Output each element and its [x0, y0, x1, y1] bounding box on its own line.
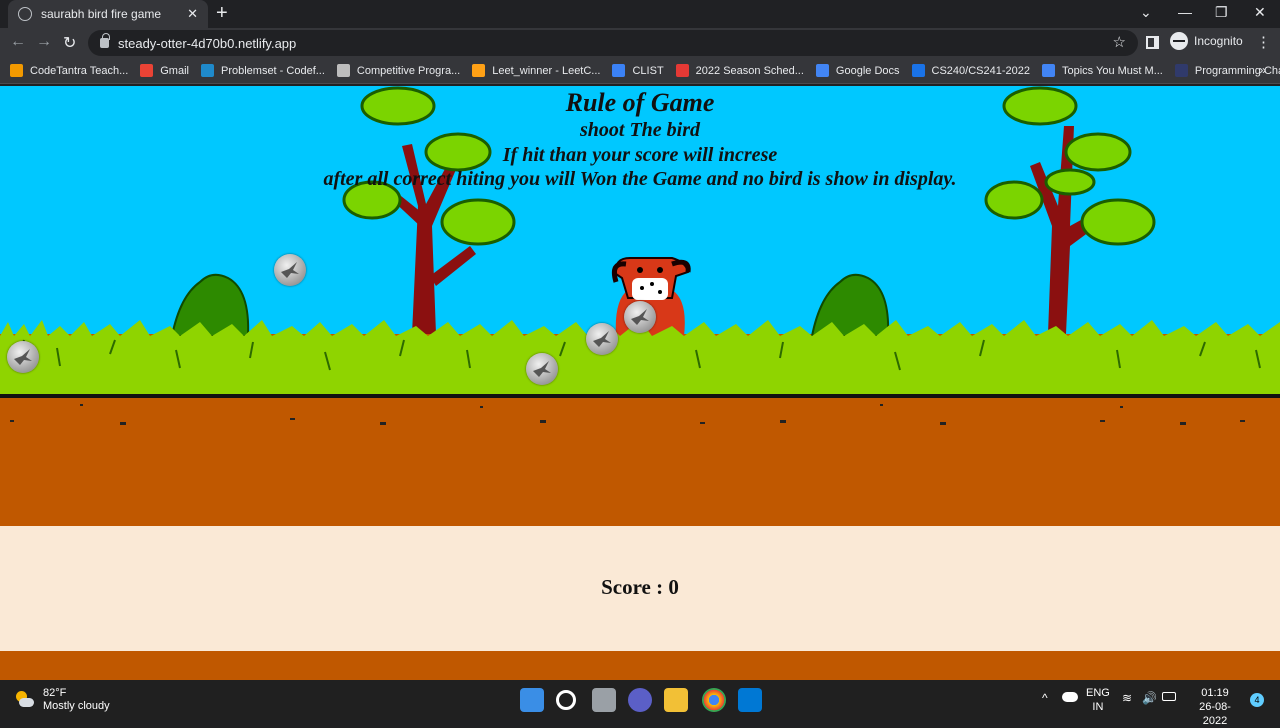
bookmark-label: CLIST — [632, 64, 664, 77]
bird-icon — [14, 349, 32, 365]
rule-line-3: after all correct hiting you will Won th… — [323, 168, 957, 190]
bookmark-item[interactable]: Problemset - Codef... — [200, 64, 325, 77]
bookmark-item[interactable]: CodeTantra Teach... — [10, 64, 128, 77]
language-code: ENG — [1086, 687, 1110, 699]
wifi-icon[interactable]: ≋ — [1122, 691, 1132, 705]
incognito-indicator[interactable]: Incognito — [1170, 32, 1243, 50]
bird-target[interactable] — [526, 353, 558, 385]
bookmark-label: Programming Chall... — [1194, 64, 1280, 77]
clock-date: 26-08-2022 — [1199, 701, 1231, 727]
volume-icon[interactable]: 🔊 — [1142, 691, 1157, 705]
clock-time: 01:19 — [1201, 687, 1229, 699]
bird-target[interactable] — [274, 254, 306, 286]
bookmark-label: Leet_winner - LeetC... — [492, 64, 601, 77]
tab-title: saurabh bird fire game — [41, 7, 162, 21]
taskbar: 82°F Mostly cloudy ^ ENG IN ≋ 🔊 01:19 26… — [0, 680, 1280, 727]
bookmark-label: 2022 Season Sched... — [695, 64, 804, 77]
score-display: Score : 0 — [601, 575, 679, 599]
browser-toolbar: ← → ↻ steady-otter-4d70b0.netlify.app ☆ … — [0, 28, 1280, 58]
side-panel-icon[interactable] — [1146, 36, 1159, 49]
start-icon[interactable] — [520, 688, 544, 712]
notification-badge[interactable]: 4 — [1250, 693, 1264, 707]
forward-icon[interactable]: → — [36, 33, 52, 51]
bookmark-item[interactable]: Topics You Must M... — [1041, 64, 1163, 77]
bookmark-favicon-icon — [472, 64, 486, 77]
bookmark-label: Competitive Progra... — [356, 64, 461, 77]
weather-temperature: 82°F — [43, 687, 67, 699]
clock[interactable]: 01:19 26-08-2022 — [1188, 686, 1242, 728]
lock-icon — [100, 33, 110, 48]
rule-line-1: shoot The bird — [579, 119, 701, 141]
bookmark-favicon-icon — [815, 64, 829, 77]
bird-icon — [281, 262, 299, 278]
new-tab-button[interactable]: + — [216, 3, 228, 23]
reload-icon[interactable]: ↻ — [63, 33, 76, 53]
vscode-icon[interactable] — [738, 688, 762, 712]
game-rules: Rule of Game shoot The bird If hit than … — [0, 88, 1280, 191]
restore-icon[interactable]: ❐ — [1215, 4, 1228, 21]
language-indicator[interactable]: ENG IN — [1086, 686, 1110, 714]
address-bar[interactable]: steady-otter-4d70b0.netlify.app ☆ — [88, 30, 1138, 56]
bookmark-item[interactable]: Leet_winner - LeetC... — [472, 64, 600, 77]
bird-icon — [631, 309, 649, 325]
chat-icon[interactable] — [628, 688, 652, 712]
bookmark-label: Google Docs — [835, 64, 900, 77]
bird-target[interactable] — [624, 301, 656, 333]
weather-condition: Mostly cloudy — [43, 700, 110, 712]
incognito-label: Incognito — [1194, 34, 1243, 48]
rules-heading: Rule of Game — [565, 88, 715, 117]
show-hidden-icons[interactable]: ^ — [1042, 691, 1048, 705]
bird-icon — [533, 361, 551, 377]
tab-strip: saurabh bird fire game ✕ + ⌄ — ❐ ✕ — [0, 0, 1280, 28]
partly-cloudy-icon — [14, 690, 34, 710]
bookmark-favicon-icon — [612, 64, 626, 77]
bookmark-item[interactable]: Gmail — [140, 64, 189, 77]
bookmark-label: Problemset - Codef... — [220, 64, 325, 77]
bookmark-label: Topics You Must M... — [1061, 64, 1163, 77]
incognito-icon — [1170, 32, 1188, 50]
battery-icon[interactable] — [1162, 692, 1176, 701]
bookmark-star-icon[interactable]: ☆ — [1113, 33, 1126, 51]
rule-line-2: If hit than your score will increse — [502, 144, 778, 166]
browser-tab[interactable]: saurabh bird fire game ✕ — [8, 0, 208, 28]
weather-widget[interactable]: 82°F Mostly cloudy — [14, 687, 110, 713]
bookmark-item[interactable]: 2022 Season Sched... — [675, 64, 804, 77]
task-view-icon[interactable] — [592, 688, 616, 712]
url-text: steady-otter-4d70b0.netlify.app — [118, 35, 297, 51]
tab-search-icon[interactable]: ⌄ — [1140, 4, 1152, 21]
close-window-icon[interactable]: ✕ — [1254, 4, 1266, 21]
bookmark-favicon-icon — [10, 64, 23, 77]
bookmark-favicon-icon — [675, 64, 689, 77]
tab-close-icon[interactable]: ✕ — [187, 6, 198, 22]
bookmark-favicon-icon — [336, 64, 350, 77]
region-code: IN — [1092, 701, 1104, 713]
search-icon[interactable] — [556, 690, 576, 710]
more-bookmarks-icon[interactable]: » — [1259, 63, 1266, 77]
minimize-icon[interactable]: — — [1178, 4, 1192, 20]
bookmark-item[interactable]: CLIST — [612, 64, 664, 77]
bookmarks-bar: CodeTantra Teach... Gmail Problemset - Cod… — [0, 58, 1280, 84]
bookmark-favicon-icon — [200, 64, 214, 77]
bookmark-item[interactable]: CS240/CS241-2022 — [911, 64, 1030, 77]
chrome-icon[interactable] — [702, 688, 726, 712]
onedrive-icon[interactable] — [1062, 692, 1078, 702]
globe-icon — [18, 7, 32, 21]
bookmark-label: CodeTantra Teach... — [30, 64, 129, 77]
menu-icon[interactable]: ⋮ — [1256, 33, 1271, 51]
game-page: Rule of Game shoot The bird If hit than … — [0, 86, 1280, 680]
bookmark-item[interactable]: Competitive Progra... — [336, 64, 461, 77]
bookmark-favicon-icon — [1041, 64, 1055, 77]
bookmark-label: Gmail — [160, 64, 189, 77]
bookmark-label: CS240/CS241-2022 — [931, 64, 1030, 77]
bookmark-favicon-icon — [140, 64, 154, 77]
bird-icon — [593, 331, 611, 347]
bird-target[interactable] — [7, 341, 39, 373]
bookmark-favicon-icon — [911, 64, 925, 77]
score-panel: Score : 0 — [0, 526, 1280, 651]
bookmark-favicon-icon — [1174, 64, 1188, 77]
bird-target[interactable] — [586, 323, 618, 355]
bookmark-item[interactable]: Google Docs — [815, 64, 900, 77]
file-explorer-icon[interactable] — [664, 688, 688, 712]
back-icon[interactable]: ← — [10, 33, 26, 51]
